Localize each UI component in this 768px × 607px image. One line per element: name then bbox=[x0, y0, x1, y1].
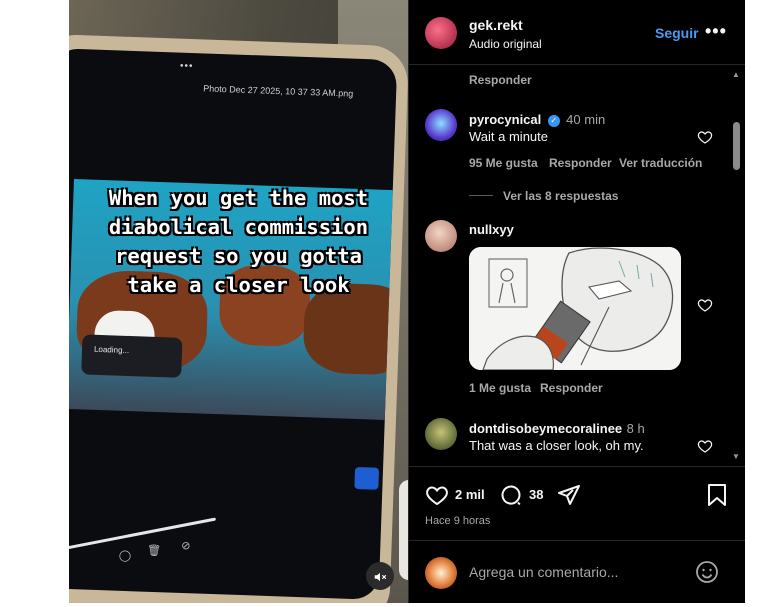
like-heart-icon[interactable] bbox=[425, 483, 449, 507]
scrollbar-thumb[interactable] bbox=[733, 122, 740, 170]
likes-count[interactable]: 2 mil bbox=[455, 487, 485, 502]
post-username[interactable]: gek.rekt bbox=[469, 17, 523, 33]
meme-line: take a closer look bbox=[127, 273, 350, 297]
link-icon: ⊘ bbox=[181, 539, 191, 553]
post-side-panel: gek.rekt Audio original Seguir ••• Respo… bbox=[408, 0, 745, 603]
heart-icon[interactable] bbox=[697, 438, 713, 454]
post-modal: ••• ▪ ▪ ▪ Photo Dec 27 2025, 10 37 33 AM… bbox=[69, 0, 745, 603]
mute-button[interactable] bbox=[366, 562, 394, 590]
reply-button[interactable]: Responder bbox=[540, 381, 603, 395]
comment-bubble-icon[interactable] bbox=[499, 483, 523, 507]
translate-button[interactable]: Ver traducción bbox=[619, 156, 702, 170]
sticker-drawing bbox=[469, 247, 681, 370]
meme-line: request so you gotta bbox=[115, 244, 362, 268]
post-actions-bar: 2 mil 38 Hace 9 horas bbox=[409, 466, 745, 540]
follow-button[interactable]: Seguir bbox=[655, 25, 699, 41]
comment-sticker-image bbox=[469, 247, 681, 370]
avatar[interactable] bbox=[425, 418, 457, 450]
photo-filename: Photo Dec 27 2025, 10 37 33 AM.png bbox=[203, 83, 354, 99]
video-player[interactable]: ••• ▪ ▪ ▪ Photo Dec 27 2025, 10 37 33 AM… bbox=[69, 0, 408, 603]
view-replies-button[interactable]: Ver las 8 respuestas bbox=[503, 189, 618, 203]
post-time: Hace 9 horas bbox=[425, 515, 491, 527]
tablet-screen: ••• ▪ ▪ ▪ Photo Dec 27 2025, 10 37 33 AM… bbox=[69, 48, 398, 600]
status-dots: ••• bbox=[179, 60, 194, 73]
comments-scrollbar[interactable]: ▲ ▼ bbox=[729, 66, 743, 466]
add-comment-bar bbox=[409, 540, 745, 603]
comment-time: 8 h bbox=[626, 421, 645, 436]
comments-list: Responder pyrocynical ✓ 40 min Wait a mi… bbox=[409, 66, 745, 466]
comment-time: 40 min bbox=[566, 112, 606, 127]
heart-icon[interactable] bbox=[697, 129, 713, 145]
muted-speaker-icon bbox=[374, 572, 387, 581]
home-indicator-bar bbox=[69, 517, 217, 554]
comments-count[interactable]: 38 bbox=[529, 487, 543, 502]
post-header: gek.rekt Audio original Seguir ••• bbox=[409, 0, 745, 65]
avatar[interactable] bbox=[425, 220, 457, 252]
trash-icon: 🗑 bbox=[146, 544, 162, 558]
meme-line: When you get the most bbox=[108, 186, 369, 210]
heart-icon[interactable] bbox=[697, 297, 713, 313]
verified-badge-icon: ✓ bbox=[547, 115, 560, 127]
comment-text: That was a closer look, oh my. bbox=[469, 438, 644, 453]
avatar bbox=[425, 557, 457, 589]
save-bookmark-icon[interactable] bbox=[706, 483, 728, 507]
reply-button[interactable]: Responder bbox=[469, 73, 532, 87]
comment-header: dontdisobeymecoralinee 8 h bbox=[469, 420, 645, 438]
loading-popup: Loading... bbox=[81, 334, 183, 378]
emoji-icon[interactable] bbox=[695, 560, 719, 584]
comment-input[interactable] bbox=[469, 561, 689, 583]
comment-username[interactable]: nullxyy bbox=[469, 222, 514, 237]
avatar[interactable] bbox=[425, 109, 457, 141]
comment-header: pyrocynical ✓ 40 min bbox=[469, 111, 605, 129]
avatar[interactable] bbox=[425, 17, 457, 49]
audio-label[interactable]: Audio original bbox=[469, 37, 542, 51]
comment-username[interactable]: dontdisobeymecoralinee bbox=[469, 421, 622, 436]
meme-caption: When you get the most diabolical commiss… bbox=[69, 184, 408, 300]
scroll-down-arrow-icon[interactable]: ▼ bbox=[732, 452, 740, 461]
share-send-icon[interactable] bbox=[557, 483, 581, 507]
reply-button[interactable]: Responder bbox=[549, 156, 612, 170]
comment-username[interactable]: pyrocynical bbox=[469, 112, 541, 127]
meme-line: diabolical commission bbox=[108, 215, 369, 239]
circle-icon: ◯ bbox=[118, 549, 132, 563]
more-options-icon[interactable]: ••• bbox=[705, 21, 727, 42]
stylus-pen bbox=[399, 480, 408, 580]
replies-divider bbox=[469, 195, 493, 196]
comment-text: Wait a minute bbox=[469, 129, 548, 144]
tablet-blue-button bbox=[354, 466, 380, 490]
comment-likes[interactable]: 95 Me gusta bbox=[469, 156, 538, 170]
comment-likes[interactable]: 1 Me gusta bbox=[469, 381, 531, 395]
scroll-up-arrow-icon[interactable]: ▲ bbox=[732, 70, 740, 79]
